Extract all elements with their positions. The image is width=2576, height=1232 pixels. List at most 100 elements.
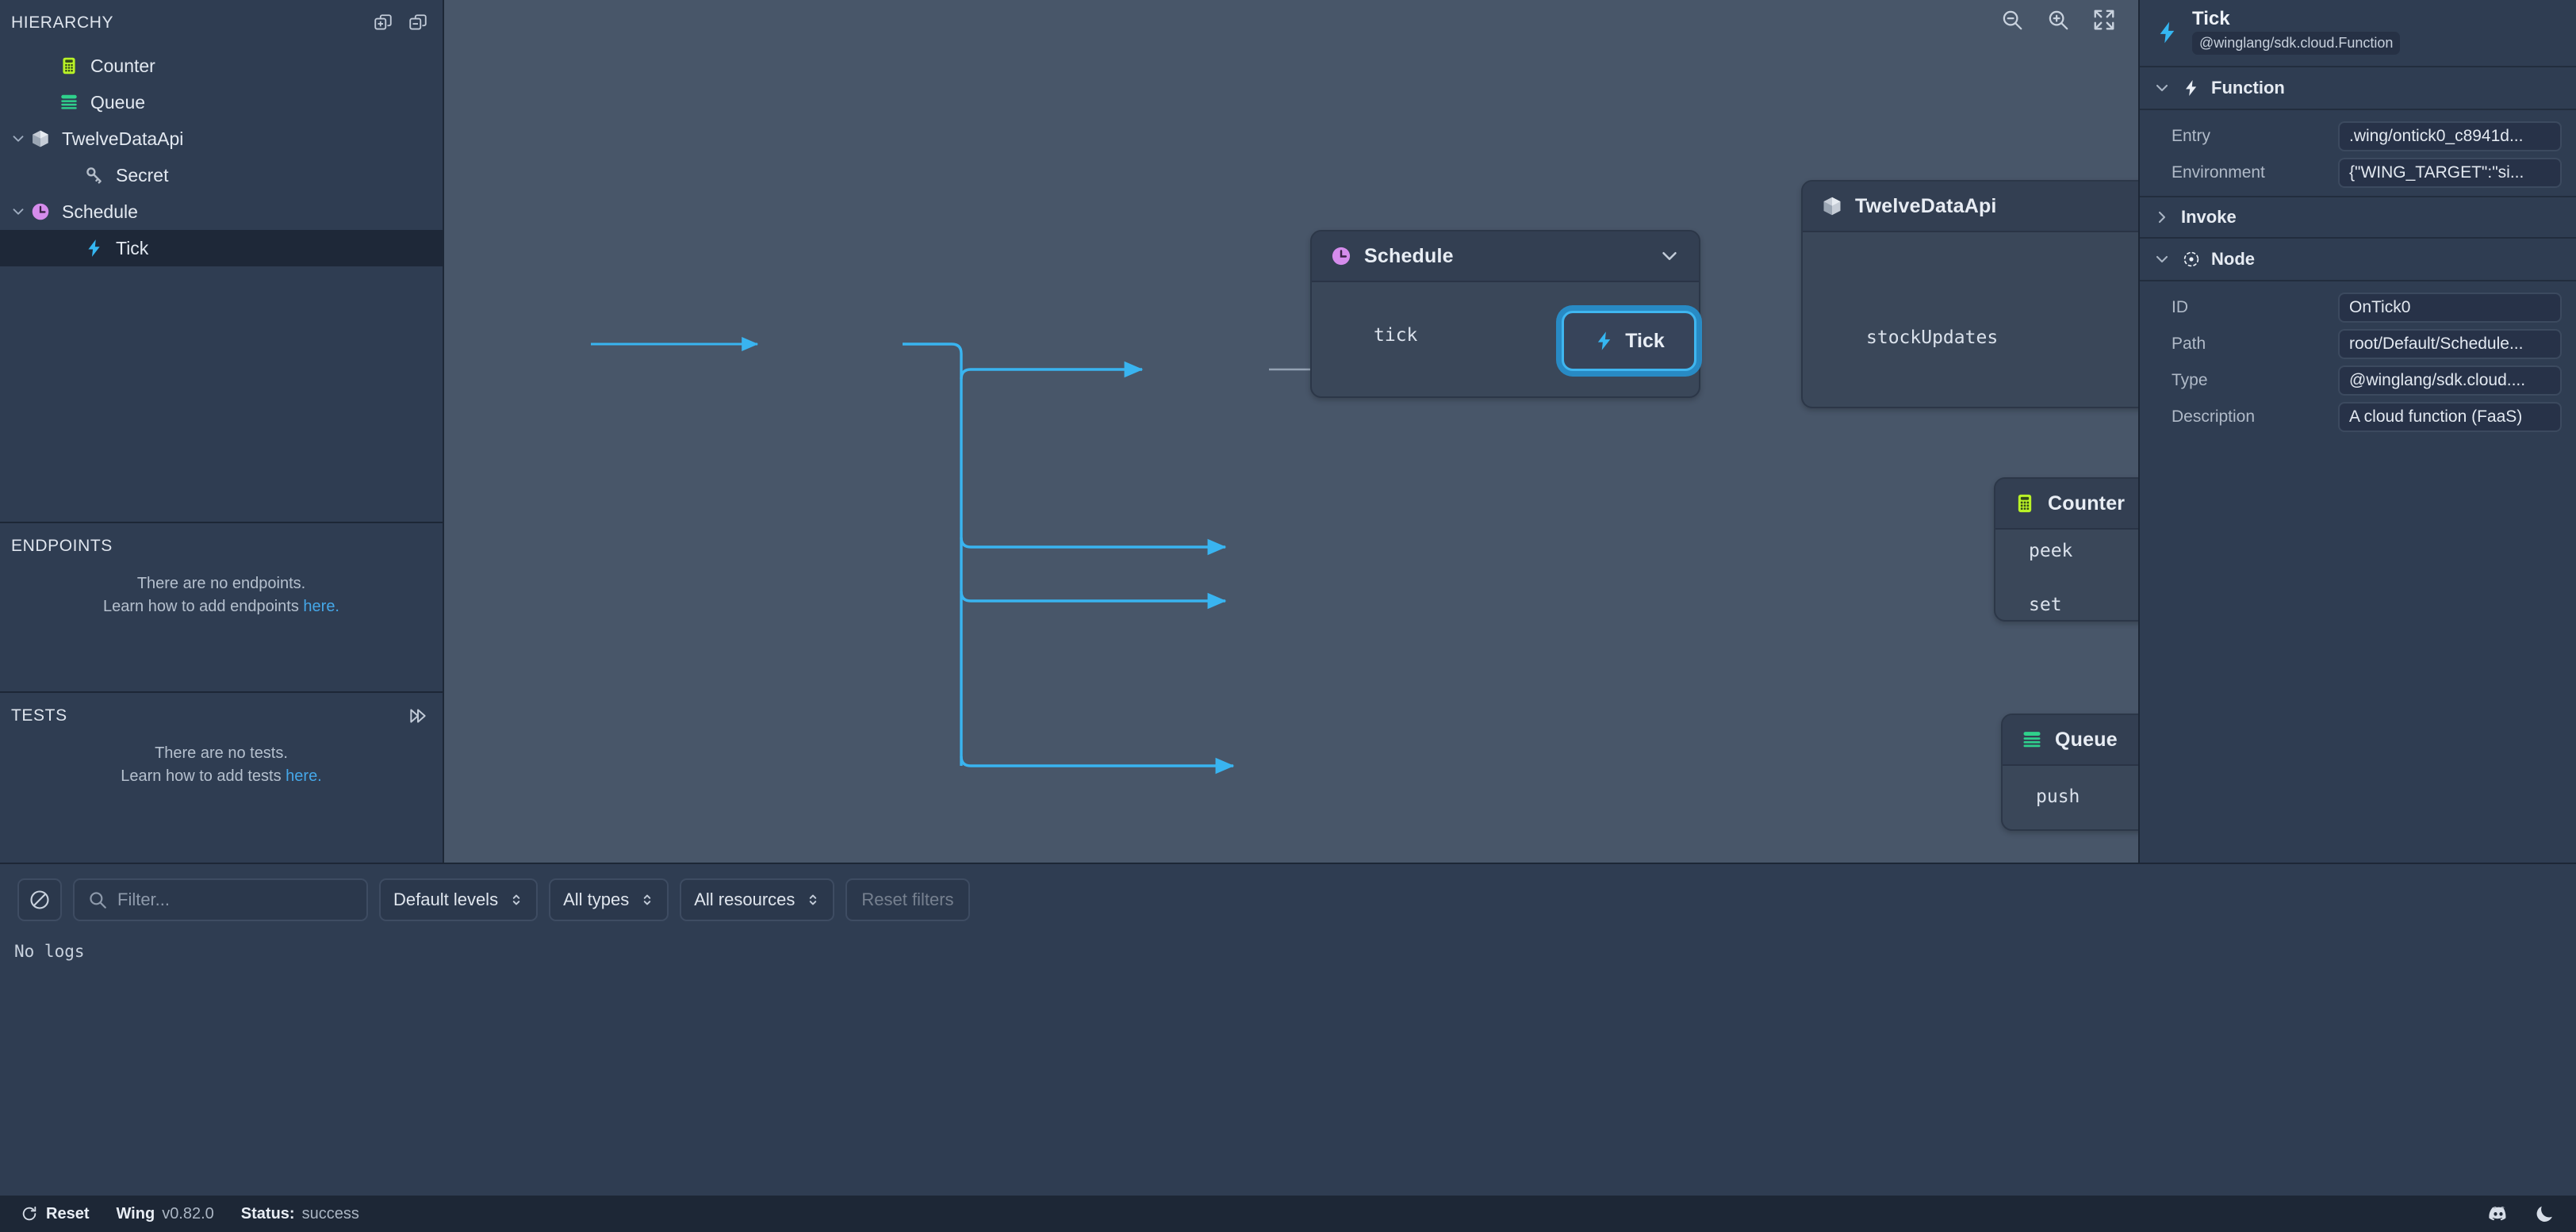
- expand-all-icon[interactable]: [373, 13, 393, 33]
- section-label: Node: [2211, 249, 2255, 270]
- left-sidebar: HIERARCHY: [0, 0, 444, 863]
- row-value[interactable]: .wing/ontick0_c8941d...: [2338, 121, 2562, 151]
- app-version: Wing v0.82.0: [116, 1205, 213, 1223]
- tree-item-label: TwelveDataApi: [62, 128, 183, 150]
- logs-toolbar: Default levels All types All resources R…: [0, 864, 2576, 921]
- filter-resources-label: All resources: [694, 890, 795, 910]
- port-stockupdates[interactable]: stockUpdates: [1866, 327, 1998, 348]
- row-value[interactable]: @winglang/sdk.cloud....: [2338, 365, 2562, 396]
- chevron-updown-icon: [509, 890, 523, 910]
- clear-logs-icon[interactable]: [17, 878, 62, 921]
- inspector-row: Type @winglang/sdk.cloud....: [2140, 362, 2576, 399]
- row-value[interactable]: A cloud function (FaaS): [2338, 402, 2562, 432]
- run-all-tests-icon[interactable]: [408, 706, 428, 726]
- node-header[interactable]: Schedule: [1312, 231, 1699, 282]
- node-body: push: [2003, 766, 2138, 829]
- tests-actions: [408, 706, 428, 726]
- endpoints-empty-message: There are no endpoints. Learn how to add…: [0, 572, 443, 618]
- search-input[interactable]: [117, 890, 354, 910]
- chevron-right-icon[interactable]: [2152, 208, 2172, 227]
- inspector-row: Path root/Default/Schedule...: [2140, 326, 2576, 362]
- tree-item-label: Tick: [116, 238, 148, 259]
- tree-item-secret[interactable]: Secret: [0, 157, 443, 193]
- inspector-section-function[interactable]: Function: [2140, 67, 2576, 110]
- graph-node-counter[interactable]: Counter peek set: [1994, 477, 2138, 622]
- filter-types-label: All types: [563, 890, 629, 910]
- tree-item-counter[interactable]: Counter: [0, 48, 443, 84]
- fit-screen-icon[interactable]: [2092, 8, 2116, 32]
- chevron-down-icon[interactable]: [1658, 244, 1681, 268]
- clock-icon: [1329, 244, 1353, 268]
- row-value[interactable]: OnTick0: [2338, 293, 2562, 323]
- function-icon: [82, 236, 106, 260]
- filter-resources-select[interactable]: All resources: [680, 878, 834, 921]
- port-set[interactable]: set: [2029, 595, 2062, 615]
- graph-node-queue[interactable]: Queue push: [2001, 714, 2138, 831]
- inspector-header-text: Tick @winglang/sdk.cloud.Function: [2192, 10, 2400, 55]
- hierarchy-panel-header: HIERARCHY: [0, 0, 443, 46]
- inspector-section-invoke[interactable]: Invoke: [2140, 196, 2576, 239]
- tree-item-label: Counter: [90, 55, 155, 77]
- refresh-icon: [21, 1205, 38, 1222]
- tree-item-tick[interactable]: Tick: [0, 230, 443, 266]
- node-header[interactable]: Queue: [2003, 715, 2138, 766]
- row-value[interactable]: root/Default/Schedule...: [2338, 329, 2562, 359]
- zoom-out-icon[interactable]: [2000, 8, 2024, 32]
- row-key: Environment: [2172, 163, 2338, 182]
- tree-item-twelvedataapi[interactable]: TwelveDataApi: [0, 121, 443, 157]
- node-body: tick Tick: [1312, 282, 1699, 398]
- tests-empty-line2: Learn how to add tests here.: [0, 765, 443, 788]
- endpoints-empty-line2: Learn how to add endpoints here.: [0, 595, 443, 618]
- graph-node-twelvedataapi[interactable]: TwelveDataApi stockUpdates Secret value: [1801, 180, 2138, 408]
- chevron-down-icon[interactable]: [8, 201, 29, 222]
- graph-node-schedule[interactable]: Schedule tick Tick: [1310, 230, 1700, 398]
- hierarchy-actions: [373, 13, 428, 33]
- node-header[interactable]: Counter: [1995, 479, 2138, 530]
- reset-button[interactable]: Reset: [21, 1205, 89, 1223]
- graph-node-tick-function[interactable]: Tick: [1562, 311, 1696, 371]
- graph-edges: [444, 0, 2138, 863]
- tests-empty-message: There are no tests. Learn how to add tes…: [0, 742, 443, 788]
- inspector-row: Environment {"WING_TARGET":"si...: [2140, 155, 2576, 191]
- resource-graph-canvas[interactable]: Schedule tick Tick: [444, 0, 2138, 863]
- edge-function-to-peek: [961, 538, 1225, 547]
- wing-console-window: HIERARCHY: [0, 0, 2576, 1232]
- inspector-node-rows: ID OnTick0 Path root/Default/Schedule...…: [2140, 281, 2576, 440]
- logs-panel: Default levels All types All resources R…: [0, 863, 2576, 1196]
- endpoints-empty-line1: There are no endpoints.: [0, 572, 443, 595]
- dark-mode-moon-icon[interactable]: [2533, 1203, 2555, 1225]
- tests-help-link[interactable]: here.: [286, 767, 322, 785]
- port-peek[interactable]: peek: [2029, 541, 2072, 561]
- chevron-down-icon[interactable]: [8, 128, 29, 149]
- inspector-section-node[interactable]: Node: [2140, 239, 2576, 281]
- canvas-zoom-controls: [2000, 8, 2116, 32]
- tree-item-queue[interactable]: Queue: [0, 84, 443, 121]
- status-value: success: [302, 1205, 359, 1223]
- node-header[interactable]: TwelveDataApi: [1803, 182, 2138, 232]
- tree-item-schedule[interactable]: Schedule: [0, 193, 443, 230]
- logs-search-box[interactable]: [73, 878, 368, 921]
- right-inspector-panel: Tick @winglang/sdk.cloud.Function Functi…: [2138, 0, 2576, 863]
- inspector-row: Description A cloud function (FaaS): [2140, 399, 2576, 435]
- filter-types-select[interactable]: All types: [549, 878, 669, 921]
- endpoints-help-link[interactable]: here.: [303, 598, 339, 615]
- port-tick[interactable]: tick: [1374, 325, 1417, 346]
- reset-filters-button[interactable]: Reset filters: [845, 878, 969, 921]
- tree-item-label: Schedule: [62, 201, 138, 223]
- node-title: Schedule: [1364, 245, 1454, 268]
- chevron-down-icon[interactable]: [2152, 78, 2172, 98]
- endpoints-empty-prefix: Learn how to add endpoints: [103, 598, 303, 615]
- filter-levels-select[interactable]: Default levels: [379, 878, 538, 921]
- zoom-in-icon[interactable]: [2046, 8, 2070, 32]
- collapse-all-icon[interactable]: [408, 13, 428, 33]
- chevron-down-icon[interactable]: [2152, 250, 2172, 269]
- queue-icon: [57, 90, 81, 114]
- port-push[interactable]: push: [2036, 786, 2080, 807]
- node-title: Queue: [2055, 729, 2118, 752]
- discord-icon[interactable]: [2487, 1203, 2509, 1225]
- chevron-updown-icon: [806, 890, 820, 910]
- section-label: Invoke: [2181, 207, 2237, 228]
- row-value[interactable]: {"WING_TARGET":"si...: [2338, 158, 2562, 188]
- inspector-row: Entry .wing/ontick0_c8941d...: [2140, 118, 2576, 155]
- tests-panel-header: TESTS: [0, 693, 443, 739]
